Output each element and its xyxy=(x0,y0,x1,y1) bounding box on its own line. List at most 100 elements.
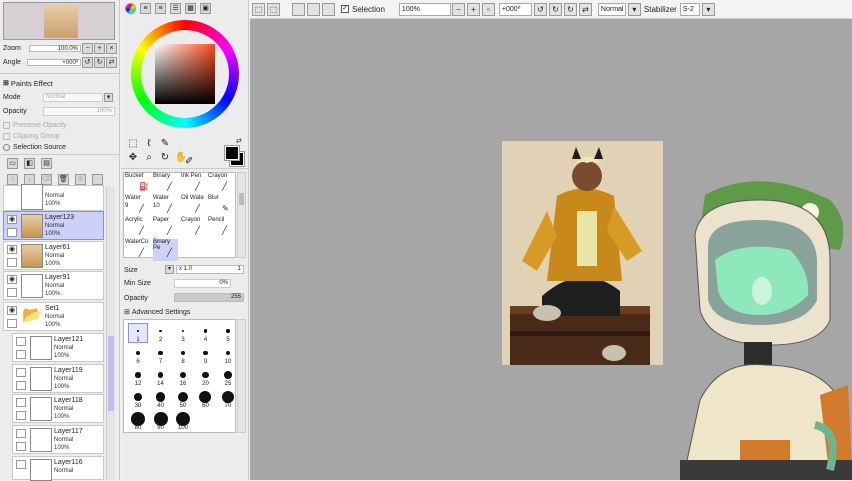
blend-mode-arrow[interactable]: ▾ xyxy=(627,2,641,16)
brush-binary-pen[interactable]: Binary Pe ╱ xyxy=(153,239,178,261)
deselect-icon[interactable]: ⬚ xyxy=(252,2,265,16)
angle-slider[interactable]: +000º xyxy=(26,58,81,66)
layer-item[interactable]: Layer117 Normal 100% xyxy=(12,425,104,454)
brush-size-dot[interactable] xyxy=(177,391,189,403)
blend-mode-dropdown[interactable]: Normal xyxy=(597,2,626,16)
rotate-left-button[interactable]: ↺ xyxy=(82,56,93,68)
zoom-dropdown[interactable]: 100% xyxy=(398,2,451,16)
stabilizer-arrow[interactable]: ▾ xyxy=(701,2,715,16)
zoom-icon[interactable]: ⌕ xyxy=(142,152,156,164)
brush-size-dot[interactable] xyxy=(202,371,209,379)
mode-dropdown-arrow[interactable]: ▾ xyxy=(104,92,113,102)
lasso-icon[interactable]: ℓ xyxy=(142,138,156,150)
brush-ink-pen[interactable]: Ink Pen ╱ xyxy=(181,173,206,195)
brush-size-dot[interactable] xyxy=(224,371,232,379)
brush-size-dot[interactable] xyxy=(136,351,140,355)
brush-water-10[interactable]: Water 10 ╱ xyxy=(153,195,178,217)
zoom-in-icon[interactable]: + xyxy=(466,2,480,16)
brush-bucket[interactable]: Bucket ⛽ xyxy=(125,173,150,195)
color-wheel-icon[interactable] xyxy=(125,3,136,14)
selection-source-checkbox[interactable]: Selection Source xyxy=(3,142,117,152)
new-layer-icon[interactable]: ▭ xyxy=(7,158,18,169)
lock-icon[interactable] xyxy=(16,381,26,390)
delete-layer-icon[interactable]: 🗑 xyxy=(58,174,69,185)
visibility-eye-icon[interactable]: ◉ xyxy=(7,215,17,224)
scratchpad-icon[interactable]: ▣ xyxy=(200,3,211,14)
navigator-thumbnail[interactable] xyxy=(3,2,115,40)
layer-item[interactable]: ◉ Layer123 Normal 100% xyxy=(3,211,104,240)
brush-size-dot[interactable] xyxy=(135,372,141,378)
layer-partial-top[interactable]: Normal 100% xyxy=(3,184,104,211)
transfer-down-icon[interactable]: ⇩ xyxy=(7,174,18,185)
brush-pencil[interactable]: Pencil ╱ xyxy=(208,217,233,239)
eyedropper-icon[interactable]: ✐ xyxy=(185,156,193,167)
rect-select-icon[interactable]: ⬚ xyxy=(126,138,140,150)
brush-opacity-slider[interactable]: 255 xyxy=(174,293,244,302)
zoom-out-button[interactable]: − xyxy=(82,42,93,54)
mixer-icon[interactable]: ☰ xyxy=(170,3,181,14)
cancel-selection-icon[interactable] xyxy=(322,2,335,16)
magic-wand-icon[interactable]: ✎ xyxy=(158,138,172,150)
brush-size-dot[interactable] xyxy=(180,350,186,356)
rotate-icon[interactable]: ↻ xyxy=(158,152,172,164)
lock-icon[interactable] xyxy=(7,288,17,297)
visibility-eye-icon[interactable] xyxy=(16,429,26,438)
brush-size-dot[interactable] xyxy=(158,350,163,356)
brush-binary[interactable]: Binary ╱ xyxy=(153,173,178,195)
brush-size-dot[interactable] xyxy=(137,330,139,332)
brush-size-dot[interactable] xyxy=(226,329,230,333)
rotate-reset-icon[interactable]: ↻ xyxy=(563,2,577,16)
lock-icon[interactable] xyxy=(16,350,26,359)
brush-watercolor[interactable]: WaterCo ╱ xyxy=(125,239,150,261)
brush-scrollbar[interactable] xyxy=(237,172,246,258)
move-icon[interactable]: ✥ xyxy=(126,152,140,164)
size-dropdown-icon[interactable]: ▾ xyxy=(165,265,174,274)
brush-size-dot[interactable] xyxy=(176,412,190,426)
visibility-eye-icon[interactable] xyxy=(16,368,26,377)
layer-item[interactable]: Layer121 Normal 100% xyxy=(12,333,104,362)
brush-size-dot[interactable] xyxy=(203,329,208,333)
zoom-out-icon[interactable]: − xyxy=(451,2,465,16)
brush-acrylic[interactable]: Acrylic ╱ xyxy=(125,217,150,239)
paints-effect-header[interactable]: ⊞ Paints Effect xyxy=(3,78,117,88)
brush-size-dot[interactable] xyxy=(157,372,164,378)
visibility-eye-icon[interactable] xyxy=(16,398,26,407)
hide-selection-icon[interactable] xyxy=(307,2,320,16)
brush-size-dot[interactable] xyxy=(203,350,208,356)
advanced-settings-toggle[interactable]: ⊞ Advanced Settings xyxy=(124,308,190,317)
brush-size-dot[interactable] xyxy=(181,329,185,333)
rotate-right-button[interactable]: ↻ xyxy=(94,56,105,68)
layer-scrollbar[interactable] xyxy=(106,186,115,480)
layer-item[interactable]: Layer118 Normal 100% xyxy=(12,394,104,423)
show-selection-icon[interactable] xyxy=(292,2,305,16)
rotate-ccw-icon[interactable]: ↺ xyxy=(533,2,547,16)
flip-horizontal-icon[interactable]: ⇄ xyxy=(578,2,592,16)
clipping-group-checkbox[interactable]: Clipping Group xyxy=(3,131,117,141)
angle-dropdown[interactable]: +000º xyxy=(498,2,532,16)
rotate-cw-icon[interactable]: ↻ xyxy=(548,2,562,16)
rgb-slider-icon[interactable]: ≡ xyxy=(140,3,151,14)
canvas-artwork[interactable] xyxy=(502,141,663,366)
layer-scrollbar-thumb[interactable] xyxy=(108,336,114,411)
hsv-slider-icon[interactable]: ≡ xyxy=(155,3,166,14)
new-folder-icon[interactable]: ▤ xyxy=(41,158,52,169)
brush-size-dot[interactable] xyxy=(179,371,187,379)
zoom-slider[interactable]: 100.0% xyxy=(28,44,81,52)
color-wheel[interactable] xyxy=(131,20,239,128)
brush-size-dot[interactable] xyxy=(225,350,231,356)
swatches-icon[interactable]: ▦ xyxy=(185,3,196,14)
zoom-in-button[interactable]: + xyxy=(94,42,105,54)
layer-property-icon[interactable]: ⚙ xyxy=(75,174,86,185)
zoom-reset-icon[interactable]: ▫ xyxy=(481,2,495,16)
selection-checkbox[interactable]: ✓ xyxy=(341,5,349,13)
layer-more-icon[interactable]: ⋯ xyxy=(92,174,103,185)
brush-water-9[interactable]: Water 9 ╱ xyxy=(125,195,150,217)
zoom-reset-button[interactable]: × xyxy=(106,42,117,54)
lock-icon[interactable] xyxy=(16,442,26,451)
preserve-opacity-checkbox[interactable]: Preserve Opacity xyxy=(3,120,117,130)
layer-item[interactable]: ◉ Layer61 Normal 100% xyxy=(3,241,104,270)
lock-icon[interactable] xyxy=(7,228,17,237)
min-size-slider[interactable]: 0% xyxy=(174,279,231,288)
brush-paper[interactable]: Paper ╱ xyxy=(153,217,178,239)
brush-size-dot[interactable] xyxy=(221,390,235,404)
